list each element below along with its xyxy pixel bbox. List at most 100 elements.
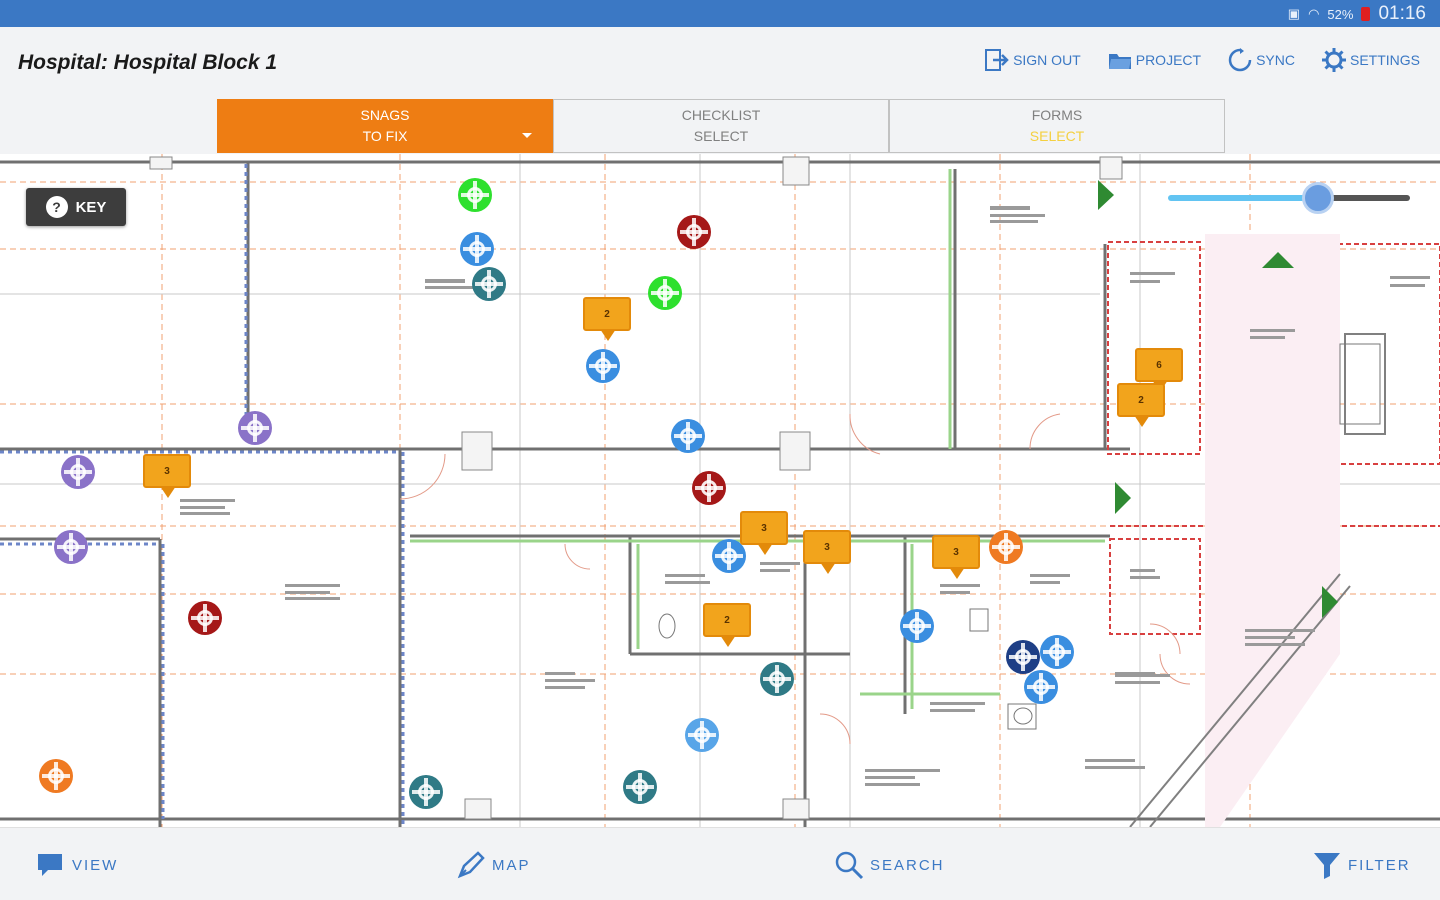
issue-pin[interactable] (586, 349, 620, 383)
issue-pin[interactable] (460, 232, 494, 266)
pin-ring (909, 618, 925, 634)
issue-pin[interactable] (677, 215, 711, 249)
pin-ring (998, 539, 1014, 555)
map-pen-icon (457, 851, 485, 879)
issue-pin[interactable] (458, 178, 492, 212)
pin-ring (686, 224, 702, 240)
tab-snags-line2: TO FIX (362, 128, 408, 144)
pin-ring (247, 420, 263, 436)
snag-cluster-marker[interactable]: 3 (932, 535, 980, 579)
sync-label: SYNC (1256, 52, 1295, 68)
issue-pin[interactable] (648, 276, 682, 310)
issue-pin[interactable] (1040, 635, 1074, 669)
search-button[interactable]: SEARCH (834, 850, 945, 880)
snag-cluster-marker[interactable]: 3 (740, 511, 788, 555)
key-label: KEY (75, 198, 107, 216)
status-bar: ▣ ◠ 52% 01:16 (0, 0, 1440, 27)
sign-out-icon (985, 49, 1009, 71)
issue-pin[interactable] (472, 267, 506, 301)
issue-pin[interactable] (238, 411, 272, 445)
view-comment-icon (38, 854, 62, 876)
issue-pin[interactable] (685, 718, 719, 752)
map-button[interactable]: MAP (456, 850, 531, 880)
filter-funnel-icon (1314, 853, 1340, 879)
pin-ring (1015, 649, 1031, 665)
page-title: Hospital: Hospital Block 1 (18, 51, 278, 74)
issue-pin[interactable] (760, 662, 794, 696)
zoom-track-filled (1168, 195, 1318, 201)
issue-pin[interactable] (989, 530, 1023, 564)
zoom-slider[interactable] (1168, 182, 1412, 216)
issue-pin[interactable] (1024, 670, 1058, 704)
status-icons: ▣ ◠ 52% 01:16 (1288, 3, 1426, 25)
view-button[interactable]: VIEW (36, 850, 118, 880)
snag-cluster-marker[interactable]: 6 (1135, 348, 1183, 392)
issue-pin[interactable] (900, 609, 934, 643)
app-header: Hospital: Hospital Block 1 SIGN OUT PROJ… (0, 27, 1440, 154)
issue-pin[interactable] (623, 770, 657, 804)
floor-plan-map[interactable]: ? KEY 2 3 3 3 3 2 6 2 (0, 154, 1440, 827)
project-label: PROJECT (1135, 52, 1202, 68)
issue-pin[interactable] (188, 601, 222, 635)
snag-cluster-marker[interactable]: 2 (583, 297, 631, 341)
issue-pin[interactable] (54, 530, 88, 564)
settings-label: SETTINGS (1349, 52, 1420, 68)
mode-tabs: SNAGS TO FIX CHECKLIST SELECT FORMS SELE… (217, 99, 1225, 153)
tab-forms-select[interactable]: FORMS SELECT (889, 99, 1225, 153)
tab-forms-line2: SELECT (1029, 128, 1085, 144)
project-button[interactable]: PROJECT (1107, 47, 1201, 73)
issue-pin[interactable] (61, 455, 95, 489)
pin-ring (481, 276, 497, 292)
zoom-slider-handle[interactable] (1302, 182, 1334, 214)
sign-out-label: SIGN OUT (1013, 52, 1081, 68)
pin-ring (1033, 679, 1049, 695)
issue-pin[interactable] (39, 759, 73, 793)
snag-cluster-marker[interactable]: 3 (143, 454, 191, 498)
battery-icon (1361, 7, 1371, 21)
map-label: MAP (492, 856, 531, 874)
pin-ring (418, 784, 434, 800)
tab-checklist-select[interactable]: CHECKLIST SELECT (553, 99, 889, 153)
pin-ring (701, 480, 717, 496)
pin-ring (694, 727, 710, 743)
nfc-icon: ▣ (1287, 6, 1301, 21)
issue-pin[interactable] (1006, 640, 1040, 674)
pin-ring (63, 539, 79, 555)
tab-snags-to-fix[interactable]: SNAGS TO FIX (217, 99, 553, 153)
pin-ring (657, 285, 673, 301)
pin-ring (70, 464, 86, 480)
tab-checklist-line2: SELECT (693, 128, 749, 144)
wifi-icon: ◠ (1308, 6, 1320, 21)
issue-pin[interactable] (692, 471, 726, 505)
tab-snags-line1: SNAGS (360, 107, 410, 123)
search-label: SEARCH (870, 856, 945, 874)
pin-ring (769, 671, 785, 687)
issue-pin[interactable] (409, 775, 443, 809)
pin-ring (1049, 644, 1065, 660)
view-label: VIEW (72, 856, 119, 874)
battery-percent: 52% (1327, 6, 1354, 22)
search-icon (835, 851, 864, 880)
pin-ring (197, 610, 213, 626)
snag-cluster-marker[interactable]: 2 (1117, 383, 1165, 427)
pin-ring (721, 548, 737, 564)
sync-button[interactable]: SYNC (1227, 47, 1295, 73)
pin-ring (469, 241, 485, 257)
filter-button[interactable]: FILTER (1312, 850, 1411, 880)
snag-cluster-marker[interactable]: 2 (703, 603, 751, 647)
gear-icon (1321, 48, 1346, 72)
help-icon: ? (45, 196, 68, 218)
tab-forms-line1: FORMS (1031, 107, 1083, 123)
bottom-toolbar: VIEW MAP SEARCH FILTER (0, 827, 1440, 900)
pin-ring (467, 187, 483, 203)
pin-ring (680, 428, 696, 444)
key-button[interactable]: ? KEY (26, 188, 126, 226)
settings-button[interactable]: SETTINGS (1321, 47, 1420, 73)
snag-cluster-marker[interactable]: 3 (803, 530, 851, 574)
sign-out-button[interactable]: SIGN OUT (984, 47, 1081, 73)
tab-checklist-line1: CHECKLIST (681, 107, 761, 123)
filter-label: FILTER (1348, 856, 1411, 874)
pin-ring (48, 768, 64, 784)
pin-ring (595, 358, 611, 374)
issue-pin[interactable] (671, 419, 705, 453)
